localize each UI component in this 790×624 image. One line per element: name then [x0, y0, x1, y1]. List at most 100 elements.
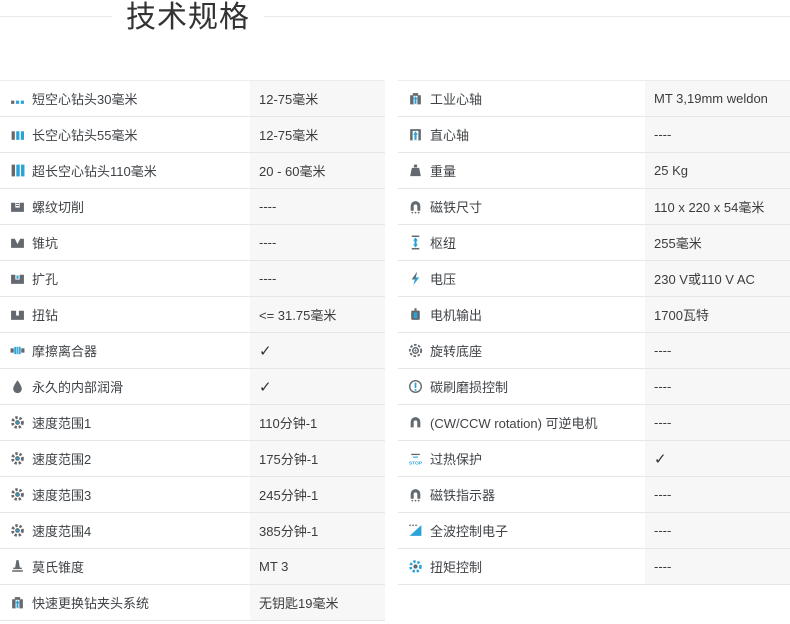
spec-label: 扭钻 — [30, 297, 250, 332]
spec-label: 碳刷磨损控制 — [428, 369, 645, 404]
full-wave-electronics-icon — [398, 513, 428, 548]
spec-label: 扩孔 — [30, 261, 250, 296]
spec-row: 摩擦离合器✓ — [0, 333, 385, 369]
spec-label: 螺纹切削 — [30, 189, 250, 224]
weight-icon — [398, 153, 428, 188]
spec-value: 110分钟-1 — [250, 405, 385, 440]
spec-value: ---- — [645, 117, 790, 152]
speed-gear-icon — [0, 513, 30, 548]
spec-label: 全波控制电子 — [428, 513, 645, 548]
spec-label: 长空心钻头55毫米 — [30, 117, 250, 152]
spec-value: 230 V或110 V AC — [645, 261, 790, 296]
check-icon: ✓ — [250, 369, 385, 404]
twist-drill-icon — [0, 297, 30, 332]
friction-clutch-icon — [0, 333, 30, 368]
spec-row: 速度范围4385分钟-1 — [0, 513, 385, 549]
spec-value: ---- — [645, 477, 790, 512]
thread-cutting-icon — [0, 189, 30, 224]
spec-table-left: 短空心钻头30毫米12-75毫米长空心钻头55毫米12-75毫米超长空心钻头11… — [0, 80, 385, 621]
spec-row: 直心轴---- — [398, 117, 790, 153]
spec-row: 电压230 V或110 V AC — [398, 261, 790, 297]
check-icon: ✓ — [250, 333, 385, 368]
long-core-drill-icon — [0, 117, 30, 152]
spec-row: 扩孔---- — [0, 261, 385, 297]
spec-row: 重量25 Kg — [398, 153, 790, 189]
spec-label: 扭矩控制 — [428, 549, 645, 584]
spec-row: 扭钻<= 31.75毫米 — [0, 297, 385, 333]
spec-label: 速度范围2 — [30, 441, 250, 476]
spec-row: 莫氏锥度MT 3 — [0, 549, 385, 585]
spec-value: 20 - 60毫米 — [250, 153, 385, 188]
spec-value: ---- — [645, 369, 790, 404]
straight-arbor-icon — [398, 117, 428, 152]
spec-label: 电机输出 — [428, 297, 645, 332]
speed-gear-icon — [0, 477, 30, 512]
brush-wear-icon — [398, 369, 428, 404]
torque-control-icon — [398, 549, 428, 584]
spec-label: 速度范围1 — [30, 405, 250, 440]
spec-label: 旋转底座 — [428, 333, 645, 368]
spec-value: 25 Kg — [645, 153, 790, 188]
speed-gear-icon — [0, 405, 30, 440]
spec-label: 永久的内部润滑 — [30, 369, 250, 404]
spec-label: 摩擦离合器 — [30, 333, 250, 368]
quick-change-chuck-icon — [0, 585, 30, 620]
short-core-drill-icon — [0, 81, 30, 116]
spec-row: 速度范围2175分钟-1 — [0, 441, 385, 477]
spec-row: 短空心钻头30毫米12-75毫米 — [0, 81, 385, 117]
svg-text:STOP: STOP — [409, 460, 423, 466]
spec-label: 重量 — [428, 153, 645, 188]
spec-value: MT 3 — [250, 549, 385, 584]
spec-row: 永久的内部润滑✓ — [0, 369, 385, 405]
spec-row: (CW/CCW rotation) 可逆电机---- — [398, 405, 790, 441]
spec-label: 速度范围4 — [30, 513, 250, 548]
spec-value: ---- — [645, 405, 790, 440]
voltage-icon — [398, 261, 428, 296]
spec-label: 超长空心钻头110毫米 — [30, 153, 250, 188]
spec-label: 磁铁指示器 — [428, 477, 645, 512]
spec-row: 速度范围1110分钟-1 — [0, 405, 385, 441]
spec-value: 245分钟-1 — [250, 477, 385, 512]
speed-gear-icon — [0, 441, 30, 476]
spec-value: ---- — [250, 225, 385, 260]
extra-long-core-drill-icon — [0, 153, 30, 188]
countersink-icon — [0, 225, 30, 260]
spec-value: ---- — [250, 189, 385, 224]
spec-row: 磁铁尺寸110 x 220 x 54毫米 — [398, 189, 790, 225]
check-icon: ✓ — [645, 441, 790, 476]
morse-taper-icon — [0, 549, 30, 584]
spec-value: ---- — [645, 549, 790, 584]
spec-row: 工业心轴MT 3,19mm weldon — [398, 81, 790, 117]
page-title: 技术规格 — [112, 0, 264, 36]
spec-row: 锥坑---- — [0, 225, 385, 261]
spec-label: 过热保护 — [428, 441, 645, 476]
spec-value: ---- — [645, 333, 790, 368]
spec-row: 速度范围3245分钟-1 — [0, 477, 385, 513]
spec-value: 12-75毫米 — [250, 81, 385, 116]
spec-value: 175分钟-1 — [250, 441, 385, 476]
magnet-indicator-icon — [398, 477, 428, 512]
spec-row: 全波控制电子---- — [398, 513, 790, 549]
spec-label: 工业心轴 — [428, 81, 645, 116]
motor-output-icon — [398, 297, 428, 332]
spec-tables: 短空心钻头30毫米12-75毫米长空心钻头55毫米12-75毫米超长空心钻头11… — [0, 80, 790, 621]
spec-label: 锥坑 — [30, 225, 250, 260]
industrial-arbor-icon — [398, 81, 428, 116]
spec-row: 快速更换钻夹头系统无钥匙19毫米 — [0, 585, 385, 621]
spec-row: 旋转底座---- — [398, 333, 790, 369]
header: 技术规格 — [0, 0, 790, 58]
spec-value: 无钥匙19毫米 — [250, 585, 385, 620]
spec-value: <= 31.75毫米 — [250, 297, 385, 332]
spec-row: 长空心钻头55毫米12-75毫米 — [0, 117, 385, 153]
spec-row: 磁铁指示器---- — [398, 477, 790, 513]
spec-label: 磁铁尺寸 — [428, 189, 645, 224]
spec-value: 255毫米 — [645, 225, 790, 260]
spec-label: 枢纽 — [428, 225, 645, 260]
spec-row: 碳刷磨损控制---- — [398, 369, 790, 405]
spec-value: 110 x 220 x 54毫米 — [645, 189, 790, 224]
spec-label: 快速更换钻夹头系统 — [30, 585, 250, 620]
spec-label: (CW/CCW rotation) 可逆电机 — [428, 405, 645, 440]
overheat-protection-icon: STOP — [398, 441, 428, 476]
spec-table-right: 工业心轴MT 3,19mm weldon直心轴----重量25 Kg磁铁尺寸11… — [398, 80, 790, 621]
spec-value: 1700瓦特 — [645, 297, 790, 332]
